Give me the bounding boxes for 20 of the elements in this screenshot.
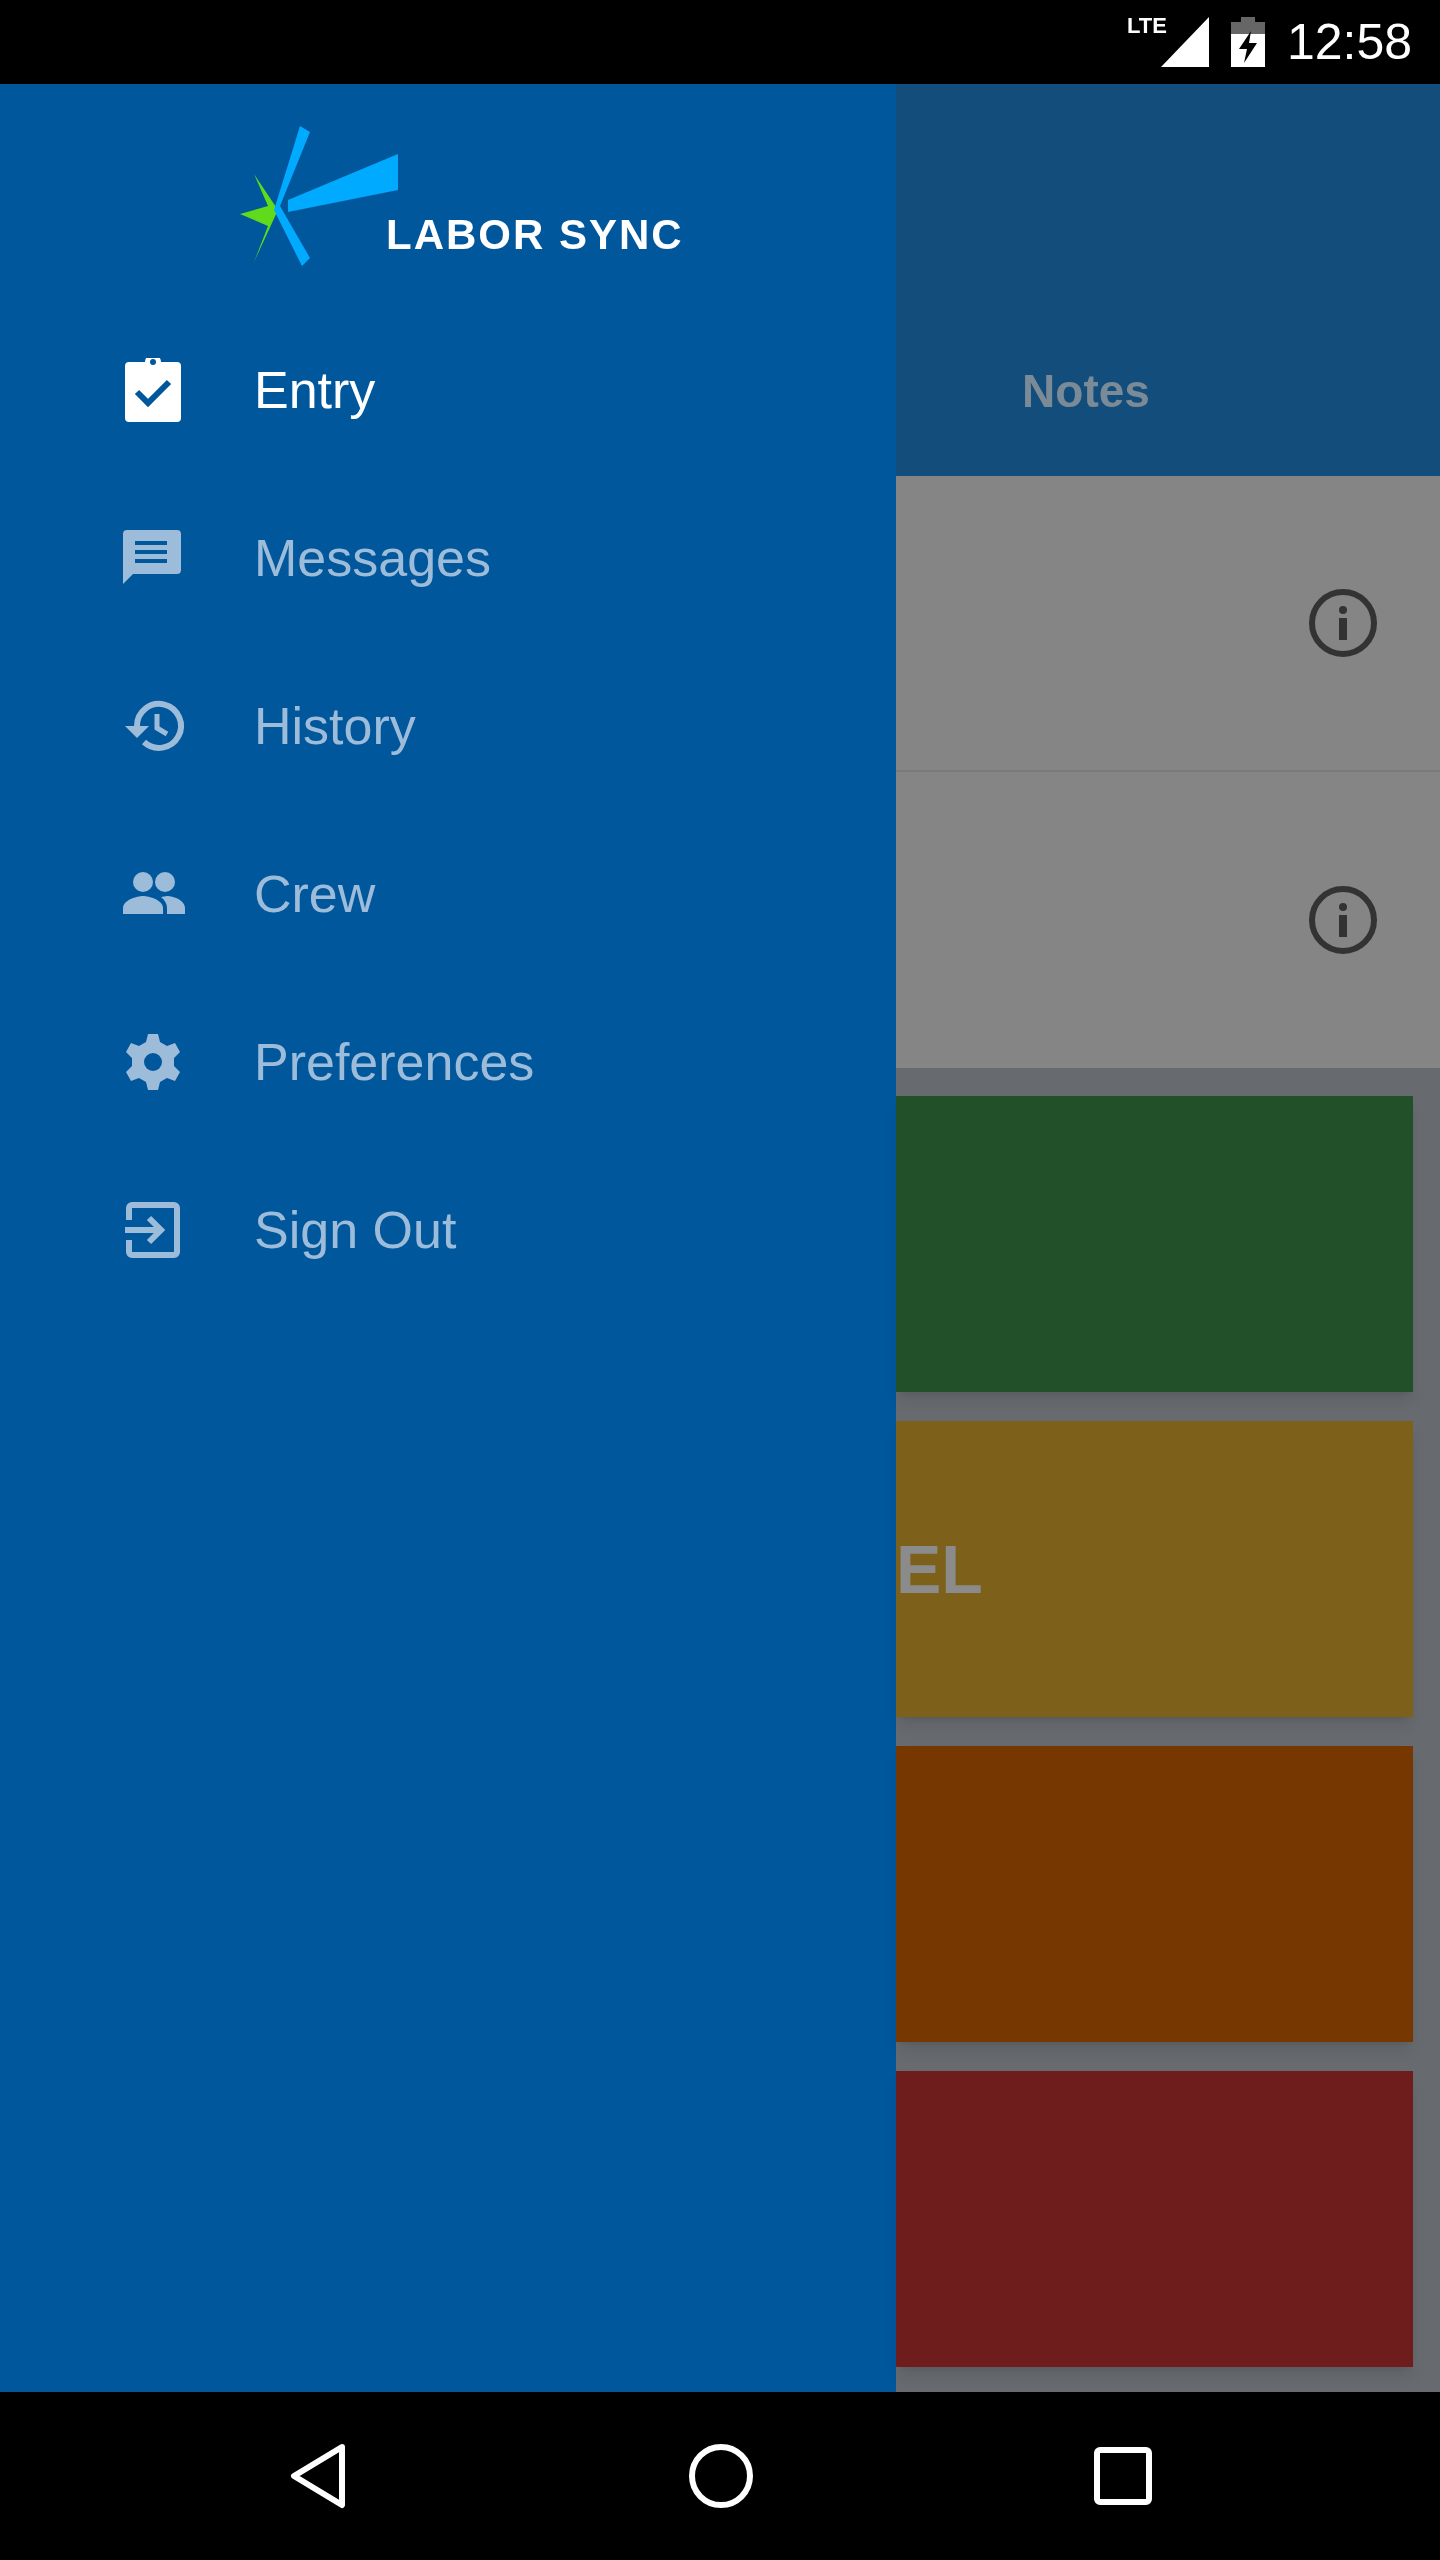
drawer-item[interactable]: Crew [0, 810, 896, 978]
drawer-item[interactable]: Entry [0, 306, 896, 474]
network-label: LTE [1126, 15, 1167, 37]
colored-card[interactable] [896, 1096, 1413, 1392]
card-label: EL [896, 1535, 983, 1603]
colored-card[interactable] [896, 1746, 1413, 2042]
info-icon[interactable] [1308, 885, 1378, 955]
drawer-item[interactable]: Messages [0, 474, 896, 642]
clock: 12:58 [1286, 17, 1412, 67]
drawer-item[interactable]: Preferences [0, 978, 896, 1146]
home-button[interactable] [688, 2443, 754, 2509]
drawer-item[interactable]: History [0, 642, 896, 810]
notes-tab[interactable]: Notes [896, 306, 1276, 476]
back-button[interactable] [288, 2443, 348, 2509]
drawer-item[interactable]: Sign Out [0, 1146, 896, 1314]
logo-text: LABOR SYNC [386, 214, 684, 256]
battery-icon [1230, 17, 1265, 67]
info-icon[interactable] [1308, 588, 1378, 658]
colored-card[interactable] [896, 2071, 1413, 2367]
recent-apps-button[interactable] [1094, 2447, 1152, 2505]
